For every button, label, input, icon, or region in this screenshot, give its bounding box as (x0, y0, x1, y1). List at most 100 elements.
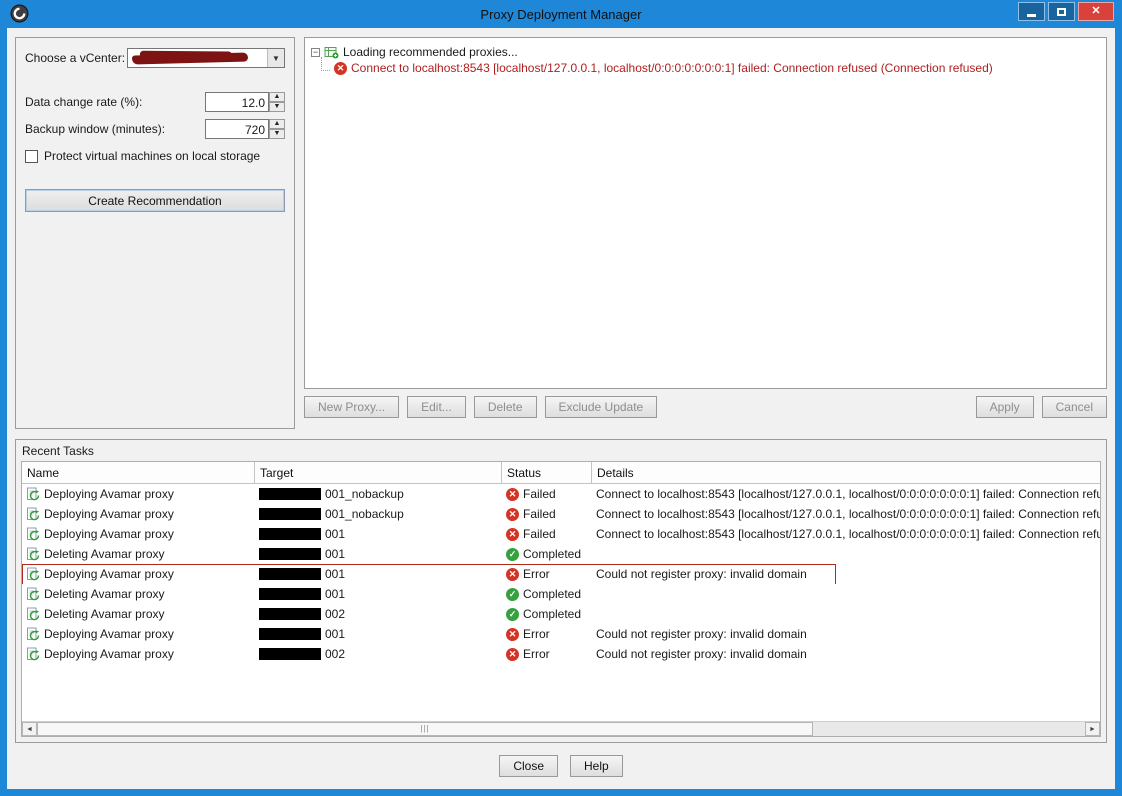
recent-tasks-table: Name Target Status Details Deploying Ava… (21, 461, 1101, 737)
tree-error-label: Connect to localhost:8543 [localhost/127… (351, 61, 993, 75)
scroll-right-icon[interactable]: ► (1085, 722, 1100, 736)
column-header-target[interactable]: Target (255, 462, 502, 483)
dialog-footer: Close Help (7, 743, 1115, 789)
app-icon (10, 4, 30, 24)
redaction-bar (259, 628, 321, 640)
column-header-details[interactable]: Details (592, 462, 1100, 483)
status-error-icon: ✕ (506, 648, 519, 661)
spin-down-icon[interactable]: ▼ (269, 102, 285, 112)
titlebar: Proxy Deployment Manager ✕ (7, 0, 1115, 28)
maximize-button[interactable] (1048, 2, 1075, 21)
proxy-area: − Loading recommended proxies... (304, 37, 1107, 429)
task-icon (26, 507, 40, 521)
minimize-icon (1027, 14, 1036, 17)
task-row[interactable]: Deploying Avamar proxy001_nobackup✕Faile… (22, 484, 1100, 504)
spin-up-icon[interactable]: ▲ (269, 119, 285, 129)
task-icon (26, 627, 40, 641)
status-completed-icon: ✓ (506, 608, 519, 621)
redaction-bar (259, 648, 321, 660)
redaction-bar (259, 508, 321, 520)
maximize-icon (1057, 8, 1066, 16)
redaction-bar (259, 548, 321, 560)
status-completed-icon: ✓ (506, 588, 519, 601)
task-icon (26, 607, 40, 621)
task-icon (26, 567, 40, 581)
window-content: Choose a vCenter: ▼ Data change rate (%)… (7, 28, 1115, 789)
config-panel: Choose a vCenter: ▼ Data change rate (%)… (15, 37, 295, 429)
task-row[interactable]: Deleting Avamar proxy001✓Completed (22, 584, 1100, 604)
recent-tasks-title: Recent Tasks (16, 440, 1106, 461)
data-change-rate-input[interactable]: 12.0 (205, 92, 269, 112)
vcenter-label: Choose a vCenter: (25, 51, 125, 65)
backup-window-label: Backup window (minutes): (25, 122, 165, 136)
scroll-left-icon[interactable]: ◄ (22, 722, 37, 736)
proxy-toolbar: New Proxy... Edit... Delete Exclude Upda… (304, 396, 1107, 418)
task-row[interactable]: Deploying Avamar proxy001_nobackup✕Faile… (22, 504, 1100, 524)
tree-collapse-icon[interactable]: − (311, 48, 320, 57)
recent-tasks-panel: Recent Tasks Name Target Status Details … (15, 439, 1107, 743)
task-icon (26, 547, 40, 561)
proxy-deployment-manager-window: Proxy Deployment Manager ✕ Choose a vCen… (0, 0, 1122, 796)
apply-button[interactable]: Apply (976, 396, 1034, 418)
task-icon (26, 487, 40, 501)
edit-button[interactable]: Edit... (407, 396, 466, 418)
task-row[interactable]: Deploying Avamar proxy001✕FailedConnect … (22, 524, 1100, 544)
protect-checkbox[interactable] (25, 150, 38, 163)
status-failed-icon: ✕ (506, 528, 519, 541)
task-row[interactable]: Deleting Avamar proxy002✓Completed (22, 604, 1100, 624)
tree-root-label[interactable]: Loading recommended proxies... (343, 45, 518, 59)
status-error-icon: ✕ (506, 628, 519, 641)
redaction-bar (259, 488, 321, 500)
protect-checkbox-label: Protect virtual machines on local storag… (44, 149, 260, 163)
status-failed-icon: ✕ (506, 508, 519, 521)
close-button[interactable]: ✕ (1078, 2, 1114, 21)
backup-window-spinner: 720 ▲ ▼ (205, 119, 285, 139)
spin-up-icon[interactable]: ▲ (269, 92, 285, 102)
tree-connector (321, 57, 330, 71)
redaction-bar (259, 528, 321, 540)
data-change-rate-spinner: 12.0 ▲ ▼ (205, 92, 285, 112)
vcenter-combobox[interactable]: ▼ (127, 48, 285, 68)
task-icon (26, 587, 40, 601)
scrollbar-thumb[interactable]: ||| (37, 722, 813, 736)
delete-button[interactable]: Delete (474, 396, 537, 418)
task-icon (26, 527, 40, 541)
help-button[interactable]: Help (570, 755, 623, 777)
task-row[interactable]: Deploying Avamar proxy001✕ErrorCould not… (22, 624, 1100, 644)
data-change-rate-label: Data change rate (%): (25, 95, 142, 109)
status-completed-icon: ✓ (506, 548, 519, 561)
spin-down-icon[interactable]: ▼ (269, 129, 285, 139)
window-controls: ✕ (1018, 2, 1114, 21)
column-header-status[interactable]: Status (502, 462, 592, 483)
status-error-icon: ✕ (506, 568, 519, 581)
task-row[interactable]: Deploying Avamar proxy002✕ErrorCould not… (22, 644, 1100, 664)
tree-root-node[interactable]: − Loading recommended proxies... (311, 44, 1100, 60)
scrollbar-grip-icon: ||| (420, 723, 429, 735)
minimize-button[interactable] (1018, 2, 1045, 21)
redaction-bar (259, 588, 321, 600)
cancel-button[interactable]: Cancel (1042, 396, 1107, 418)
task-row[interactable]: Deleting Avamar proxy001✓Completed (22, 544, 1100, 564)
proxy-tree: − Loading recommended proxies... (304, 37, 1107, 389)
close-icon: ✕ (1091, 6, 1100, 17)
close-dialog-button[interactable]: Close (499, 755, 558, 777)
table-header: Name Target Status Details (22, 462, 1100, 484)
redaction-scribble (132, 52, 248, 64)
exclude-update-button[interactable]: Exclude Update (545, 396, 658, 418)
error-icon: ✕ (334, 62, 347, 75)
task-rows: Deploying Avamar proxy001_nobackup✕Faile… (22, 484, 1100, 736)
new-proxy-button[interactable]: New Proxy... (304, 396, 399, 418)
redaction-bar (259, 568, 321, 580)
column-header-name[interactable]: Name (22, 462, 255, 483)
task-icon (26, 647, 40, 661)
redaction-bar (259, 608, 321, 620)
window-title: Proxy Deployment Manager (7, 7, 1115, 22)
top-section: Choose a vCenter: ▼ Data change rate (%)… (7, 28, 1115, 429)
create-recommendation-button[interactable]: Create Recommendation (25, 189, 285, 212)
task-row[interactable]: Deploying Avamar proxy001✕ErrorCould not… (22, 564, 1100, 584)
tree-error-node[interactable]: ✕ Connect to localhost:8543 [localhost/1… (321, 60, 1100, 76)
combo-dropdown-icon[interactable]: ▼ (267, 49, 284, 67)
backup-window-input[interactable]: 720 (205, 119, 269, 139)
horizontal-scrollbar[interactable]: ◄ ||| ► (22, 721, 1100, 736)
status-failed-icon: ✕ (506, 488, 519, 501)
